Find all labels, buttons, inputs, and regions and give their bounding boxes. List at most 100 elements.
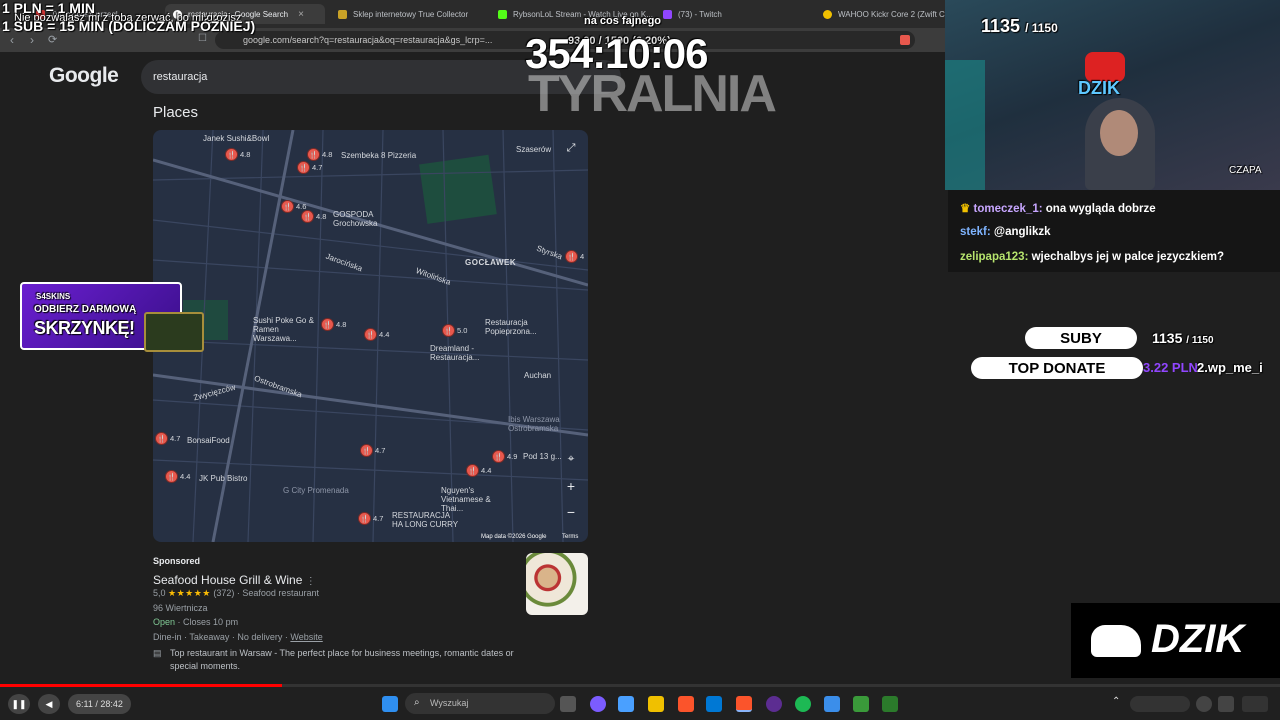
restaurant-pin[interactable]: 🍴 4.7 [297, 161, 322, 174]
places-map[interactable]: Janek Sushi&Bowl Szembeka 8 Pizzeria Sza… [153, 130, 588, 542]
edge-icon[interactable] [618, 696, 634, 712]
brave-shield-icon[interactable] [900, 35, 910, 45]
pause-icon[interactable]: ❚❚ [8, 694, 30, 714]
ad-description-text: Top restaurant in Warsaw - The perfect p… [170, 648, 514, 671]
ad-hours: Open · Closes 10 pm [153, 617, 238, 627]
app-icon[interactable] [853, 696, 869, 712]
restaurant-pin[interactable]: 🍴 4.8 [301, 210, 326, 223]
restaurant-icon: 🍴 [281, 200, 294, 213]
more-options-icon[interactable]: ⋮ [306, 576, 316, 587]
map-label: BonsaiFood [187, 436, 230, 445]
kick-favicon-icon [498, 9, 507, 19]
tab-label: (73) - Twitch [678, 9, 722, 19]
copilot-icon[interactable] [590, 696, 606, 712]
ad-rating-row: 5,0 ★★★★★ (372) · Seafood restaurant [153, 588, 319, 598]
pin-rating: 4.7 [312, 163, 323, 172]
zoom-in-button[interactable]: + [561, 476, 581, 496]
promo-line2: SKRZYNKĘ! [34, 318, 135, 338]
sub-goal-value: / 1150 [1025, 21, 1058, 35]
chat-text: wjechalbys jej w palce jezyczkiem? [1031, 251, 1225, 263]
restaurant-pin[interactable]: 🍴 4.8 [321, 318, 346, 331]
tray-chevron-icon[interactable]: ⌃ [1112, 696, 1120, 707]
map-label: GOSPODA Grochowska [333, 210, 378, 228]
notepad-icon[interactable] [824, 696, 840, 712]
promo-banner[interactable]: S4SKINS ODBIERZ DARMOWĄ SKRZYNKĘ! [20, 282, 204, 352]
map-label: Szembeka 8 Pizzeria [341, 151, 417, 160]
website-link[interactable]: Website [290, 632, 322, 642]
map-label: G City Promenada [283, 486, 349, 495]
suby-value: 1135 [1152, 330, 1183, 346]
tab-true-collector[interactable]: Sklep internetowy True Collector [330, 4, 490, 24]
pin-rating: 4.8 [322, 150, 333, 159]
obs-icon[interactable] [766, 696, 782, 712]
map-label: RESTAURACJA HA LONG CURRY [392, 511, 459, 529]
expand-map-icon[interactable]: ⤢ [561, 138, 581, 158]
map-terms-link[interactable]: Terms [562, 533, 578, 542]
cam-czapa-text: CZAPA [1229, 165, 1262, 176]
dzik-logo-text: DZIK [1151, 617, 1245, 661]
restaurant-pin[interactable]: 🍴 4.7 [155, 432, 180, 445]
tab-twitch[interactable]: (73) - Twitch [655, 4, 815, 24]
overlay-tyralnia: TYRALNIA [528, 65, 777, 123]
restaurant-pin[interactable]: 🍴 4.8 [225, 148, 250, 161]
clock-icon[interactable] [1242, 696, 1268, 712]
cam-dzik-text: DZIK [1078, 78, 1120, 98]
map-label: Nguyen's Vietnamese & Thai... [441, 486, 491, 513]
spotify-icon[interactable] [795, 696, 811, 712]
suby-counter: 1135 / 1150 [1152, 330, 1214, 346]
google-logo[interactable]: Google [49, 64, 119, 88]
task-view-icon[interactable] [560, 696, 576, 712]
map-label: JK Pub Bistro [199, 474, 248, 483]
volume-icon[interactable]: ◀ [38, 694, 60, 714]
file-explorer-icon[interactable] [648, 696, 664, 712]
ad-food-thumbnail[interactable] [526, 553, 588, 615]
restaurant-pin[interactable]: 🍴 4.4 [466, 464, 491, 477]
restaurant-pin[interactable]: 🍴 4.7 [358, 512, 383, 525]
settings-icon[interactable] [1196, 696, 1212, 712]
tab-wahoo[interactable]: WAHOO Kickr Core 2 (Zwift Cor... [815, 4, 945, 24]
store-icon[interactable] [706, 696, 722, 712]
ad-title-link[interactable]: Seafood House Grill & Wine ⋮ [153, 573, 316, 587]
my-location-icon[interactable]: ⌖ [561, 448, 581, 468]
top-donate-pill: TOP DONATE [971, 357, 1143, 379]
reload-icon[interactable]: ⟳ [48, 33, 57, 46]
map-label: Ibis Warszawa Ostrobramska [508, 415, 560, 433]
taskbar-search-placeholder: Wyszukaj [430, 698, 469, 708]
service-options-text: Dine-in · Takeaway · No delivery · [153, 632, 288, 642]
pin-rating: 4.7 [170, 434, 181, 443]
back-icon[interactable]: ‹ [10, 33, 14, 47]
tab-label: WAHOO Kickr Core 2 (Zwift Cor... [838, 9, 945, 19]
ad-description: ▤ Top restaurant in Warsaw - The perfect … [153, 647, 530, 673]
bookmark-icon[interactable]: ☐ [198, 33, 207, 44]
zoom-out-button[interactable]: − [561, 502, 581, 522]
overlay-sub-rule: 1 SUB = 15 MIN (DOLICZAM PÓŹNIEJ) [2, 18, 256, 34]
brave-icon[interactable] [678, 696, 694, 712]
badge-icon: ♛ [960, 203, 971, 215]
restaurant-icon: 🍴 [466, 464, 479, 477]
restaurant-icon: 🍴 [364, 328, 377, 341]
ad-rating-value: 5,0 [153, 588, 166, 598]
windows-start-icon[interactable] [382, 696, 398, 712]
tray-icons[interactable] [1130, 696, 1190, 712]
suby-pill: SUBY [1025, 327, 1137, 349]
taskbar-search[interactable]: ⌕ Wyszukaj [405, 693, 555, 714]
app-icon[interactable] [882, 696, 898, 712]
star-rating-icon: ★★★★★ [168, 588, 211, 598]
restaurant-icon: 🍴 [297, 161, 310, 174]
restaurant-pin[interactable]: 🍴 4 [565, 250, 584, 263]
brave-active-icon[interactable] [736, 696, 752, 712]
close-tab-icon[interactable]: × [298, 9, 304, 20]
twitch-favicon-icon [663, 9, 672, 19]
places-heading: Places [153, 104, 199, 121]
restaurant-pin[interactable]: 🍴 4.9 [492, 450, 517, 463]
speaker-icon[interactable] [1218, 696, 1234, 712]
restaurant-pin[interactable]: 🍴 4.7 [360, 444, 385, 457]
promo-line1: ODBIERZ DARMOWĄ [34, 304, 137, 315]
restaurant-pin[interactable]: 🍴 4.8 [307, 148, 332, 161]
restaurant-pin[interactable]: 🍴 5.0 [442, 324, 467, 337]
restaurant-pin[interactable]: 🍴 4.4 [364, 328, 389, 341]
forward-icon[interactable]: › [30, 33, 34, 47]
pin-rating: 4.9 [507, 452, 518, 461]
tab-favicon-icon [338, 9, 347, 19]
restaurant-pin[interactable]: 🍴 4.4 [165, 470, 190, 483]
